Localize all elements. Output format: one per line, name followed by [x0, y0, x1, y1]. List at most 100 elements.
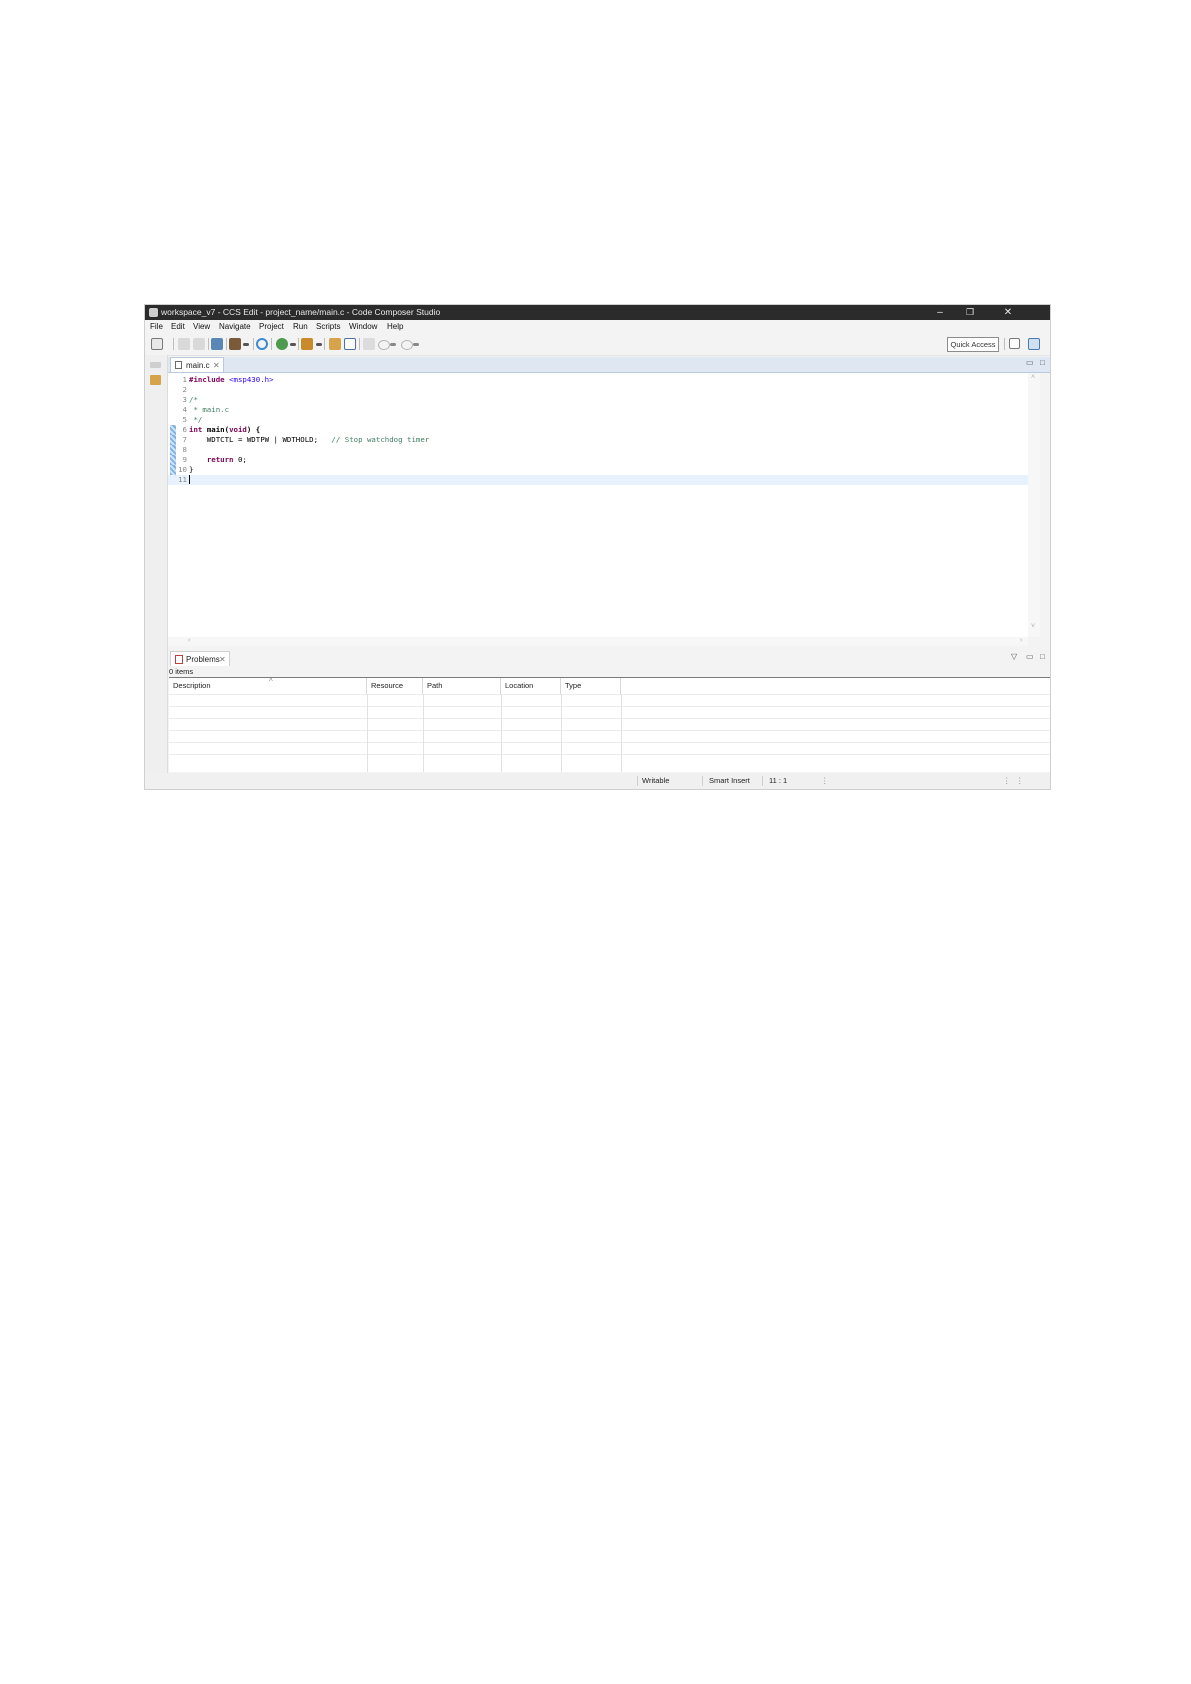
new-icon[interactable]	[151, 338, 163, 350]
project-explorer-icon[interactable]	[150, 375, 161, 385]
close-tab-icon[interactable]: ✕	[213, 358, 220, 373]
code-text: }	[189, 465, 193, 475]
column-location[interactable]: Location	[501, 678, 561, 694]
scroll-up-icon[interactable]: ˄	[1031, 374, 1035, 381]
column-divider	[501, 694, 502, 772]
toolbar-separator	[271, 338, 272, 350]
save-icon[interactable]	[178, 338, 190, 350]
code-token: return	[206, 455, 234, 464]
menu-scripts[interactable]: Scripts	[316, 320, 340, 333]
code-line[interactable]: 4 * main.c	[168, 405, 1028, 415]
column-label: Description	[173, 681, 211, 690]
scroll-left-icon[interactable]: ‹	[188, 637, 190, 644]
column-resource[interactable]: Resource	[367, 678, 423, 694]
text-cursor	[189, 475, 190, 484]
menu-help[interactable]: Help	[387, 320, 403, 333]
save-all-icon[interactable]	[193, 338, 205, 350]
flash-icon[interactable]	[301, 338, 313, 350]
column-path[interactable]: Path	[423, 678, 501, 694]
code-line[interactable]: 3/*	[168, 395, 1028, 405]
menu-navigate[interactable]: Navigate	[219, 320, 251, 333]
chevron-down-icon[interactable]	[243, 343, 249, 346]
tab-main-c[interactable]: main.c ✕	[170, 357, 224, 372]
minimize-editor-icon[interactable]: ▭	[1026, 358, 1034, 367]
ccs-edit-perspective-icon[interactable]	[1028, 338, 1040, 350]
toolbar-separator	[226, 338, 227, 350]
code-line[interactable]: 6 int main(void) {	[168, 425, 1028, 435]
menu-edit[interactable]: Edit	[171, 320, 185, 333]
status-handle-icon[interactable]: ⋮	[1016, 773, 1024, 789]
menu-file[interactable]: File	[150, 320, 163, 333]
code-line[interactable]: 1 #include <msp430.h>	[168, 375, 1028, 385]
minimize-button[interactable]: –	[925, 305, 955, 320]
code-token: <msp430.h>	[229, 375, 274, 384]
code-line[interactable]: 10}	[168, 465, 1028, 475]
search-icon[interactable]	[256, 338, 268, 350]
menu-window[interactable]: Window	[349, 320, 377, 333]
chevron-down-icon[interactable]	[316, 343, 322, 346]
column-type[interactable]: Type	[561, 678, 621, 694]
code-text: /*	[189, 395, 198, 405]
column-description[interactable]: Description ^	[169, 677, 367, 694]
code-editor[interactable]: 1 #include <msp430.h> 2 3/* 4 * main.c 5 */6 i…	[168, 373, 1028, 637]
menu-view[interactable]: View	[193, 320, 210, 333]
code-token: * main.c	[189, 405, 230, 414]
code-text: #include <msp430.h>	[189, 375, 274, 385]
restore-icon[interactable]	[150, 362, 161, 368]
status-divider	[637, 776, 638, 786]
code-line[interactable]: 7 WDTCTL = WDTPW | WDTHOLD; // Stop watc…	[168, 435, 1028, 445]
problems-tab-bar: Problems ✕ ▽ ▭ □	[168, 651, 1050, 666]
code-line[interactable]: 9 return 0;	[168, 455, 1028, 465]
menu-run[interactable]: Run	[293, 320, 308, 333]
open-perspective-icon[interactable]	[1009, 338, 1020, 349]
close-button[interactable]: ✕	[990, 305, 1026, 320]
code-text: return 0;	[189, 455, 247, 465]
problems-table[interactable]: Description ^ Resource Path Location Typ…	[169, 677, 1050, 772]
code-line[interactable]: 5 */	[168, 415, 1028, 425]
maximize-view-icon[interactable]: □	[1040, 652, 1045, 661]
menu-bar: File Edit View Navigate Project Run Scri…	[145, 320, 1050, 333]
menu-project[interactable]: Project	[259, 320, 284, 333]
title-bar[interactable]: workspace_v7 - CCS Edit - project_name/m…	[145, 305, 1050, 320]
editor-vertical-scrollbar[interactable]: ˄ ˅	[1028, 373, 1040, 637]
status-handle-icon[interactable]: ⋮	[1003, 773, 1011, 789]
scroll-down-icon[interactable]: ˅	[1031, 623, 1035, 630]
chevron-down-icon[interactable]	[290, 343, 296, 346]
build-icon[interactable]	[229, 338, 241, 350]
debug-icon[interactable]	[276, 338, 288, 350]
status-writable: Writable	[642, 776, 670, 785]
close-tab-icon[interactable]: ✕	[219, 652, 226, 667]
status-handle-icon[interactable]: ⋮	[821, 773, 829, 789]
line-number: 7	[182, 435, 187, 444]
window-title: workspace_v7 - CCS Edit - project_name/m…	[161, 307, 441, 317]
restore-button[interactable]: ❐	[955, 305, 985, 320]
code-line[interactable]: 11	[168, 475, 1028, 485]
status-divider	[762, 776, 763, 786]
code-token: int	[189, 425, 203, 434]
last-edit-icon[interactable]	[363, 338, 375, 350]
problems-count: 0 items	[169, 667, 194, 676]
line-number: 3	[182, 395, 187, 404]
editor-horizontal-scrollbar[interactable]: ‹ ›	[168, 637, 1028, 646]
code-line[interactable]: 8	[168, 445, 1028, 455]
maximize-editor-icon[interactable]: □	[1040, 358, 1045, 367]
back-icon[interactable]	[378, 340, 390, 350]
open-folder-icon[interactable]	[329, 338, 341, 350]
toolbar-separator	[173, 338, 174, 350]
open-resource-icon[interactable]	[344, 338, 356, 350]
tab-problems[interactable]: Problems ✕	[170, 651, 230, 666]
minimize-view-icon[interactable]: ▭	[1026, 652, 1034, 661]
debug-view-icon[interactable]	[211, 338, 223, 350]
code-token: }	[189, 465, 194, 474]
status-insert-mode[interactable]: Smart Insert	[709, 773, 750, 789]
code-token: #include	[189, 375, 225, 384]
chevron-down-icon[interactable]	[413, 343, 419, 346]
code-line[interactable]: 2	[168, 385, 1028, 395]
view-menu-icon[interactable]: ▽	[1011, 652, 1017, 661]
chevron-down-icon[interactable]	[390, 343, 396, 346]
column-divider	[367, 694, 368, 772]
forward-icon[interactable]	[401, 340, 413, 350]
scroll-right-icon[interactable]: ›	[1020, 637, 1022, 644]
quick-access-input[interactable]: Quick Access	[947, 337, 999, 352]
code-text: * main.c	[189, 405, 229, 415]
